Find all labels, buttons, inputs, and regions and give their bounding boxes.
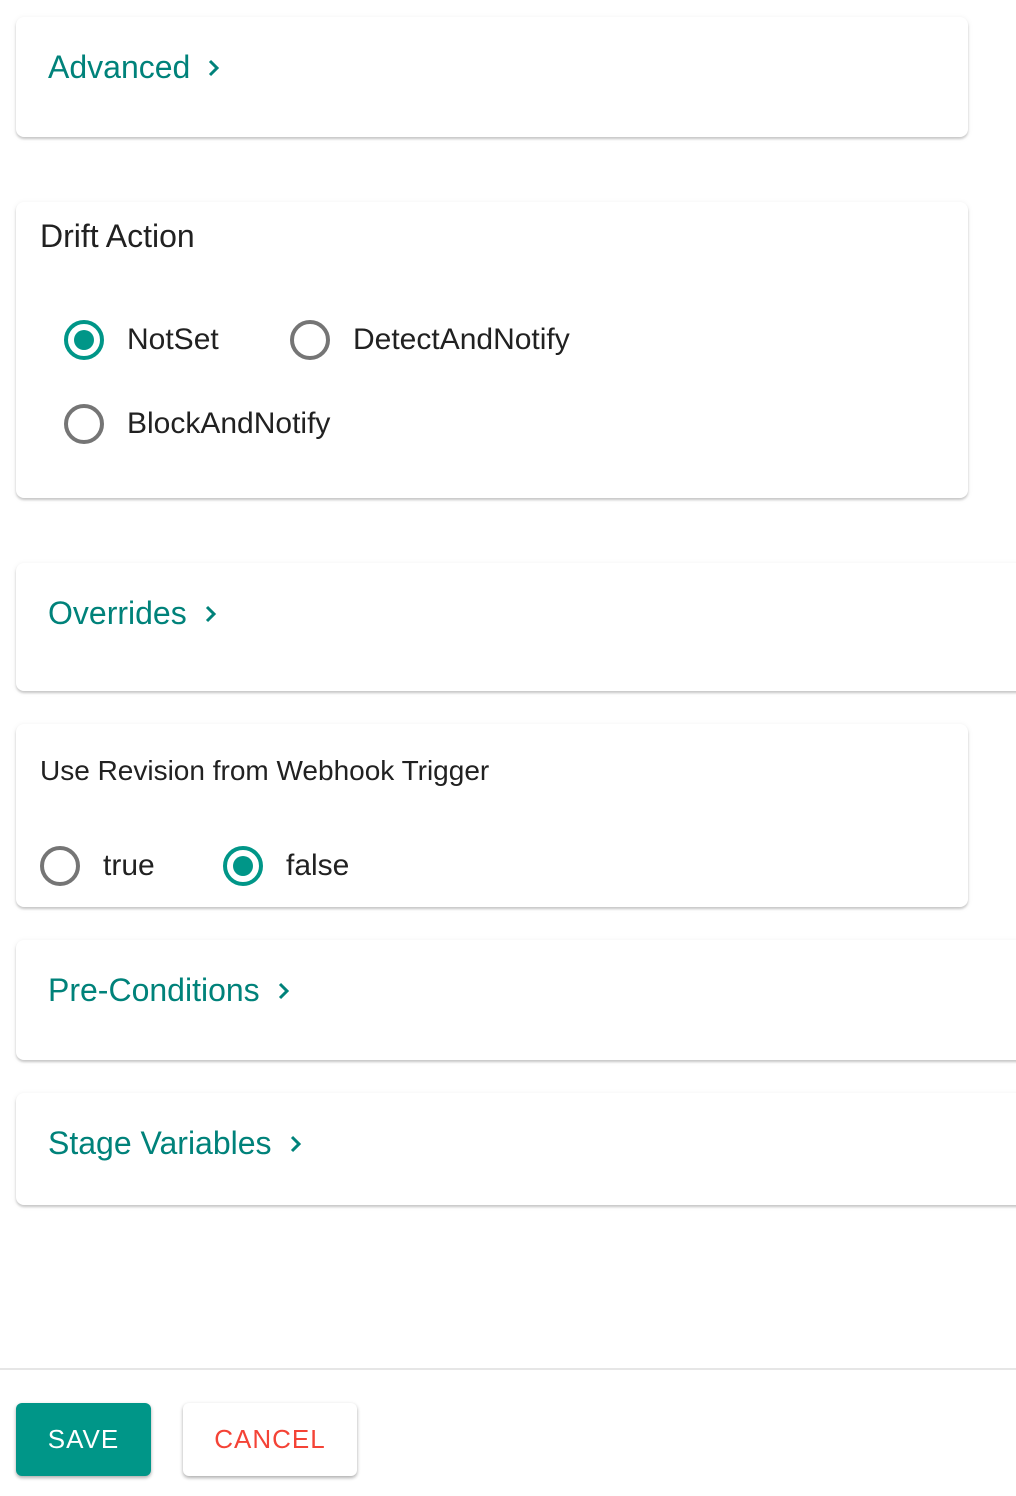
radio-checked-icon[interactable] (64, 320, 104, 360)
drift-action-title: Drift Action (40, 218, 195, 254)
chevron-right-icon (201, 604, 221, 624)
stage-variables-label: Stage Variables (48, 1125, 272, 1161)
stage-variables-card: Stage Variables (16, 1093, 1016, 1205)
overrides-expander[interactable]: Overrides (48, 595, 221, 632)
stage-settings-form: Advanced Drift Action NotSet DetectAndNo… (0, 0, 1016, 1496)
radio-unchecked-icon[interactable] (40, 846, 80, 886)
webhook-revision-card: Use Revision from Webhook Trigger true f… (16, 724, 968, 907)
radio-blockandnotify[interactable]: BlockAndNotify (64, 404, 330, 444)
radio-label: DetectAndNotify (353, 323, 570, 356)
advanced-expander[interactable]: Advanced (48, 49, 224, 86)
save-button[interactable]: SAVE (16, 1403, 151, 1476)
overrides-label: Overrides (48, 595, 187, 631)
radio-notset[interactable]: NotSet (64, 320, 219, 360)
radio-label: BlockAndNotify (127, 407, 331, 440)
advanced-card: Advanced (16, 17, 968, 137)
cancel-button[interactable]: CANCEL (183, 1403, 357, 1476)
radio-true[interactable]: true (40, 846, 155, 886)
chevron-right-icon (274, 981, 294, 1001)
chevron-right-icon (286, 1134, 306, 1154)
pre-conditions-expander[interactable]: Pre-Conditions (48, 972, 294, 1009)
radio-label: false (286, 849, 350, 882)
pre-conditions-card: Pre-Conditions (16, 940, 1016, 1060)
advanced-label: Advanced (48, 49, 191, 85)
radio-detectandnotify[interactable]: DetectAndNotify (290, 320, 570, 360)
overrides-card: Overrides (16, 563, 1016, 691)
footer-divider (0, 1368, 1016, 1370)
chevron-right-icon (204, 58, 224, 78)
pre-conditions-label: Pre-Conditions (48, 972, 260, 1008)
radio-checked-icon[interactable] (223, 846, 263, 886)
radio-unchecked-icon[interactable] (64, 404, 104, 444)
stage-variables-expander[interactable]: Stage Variables (48, 1125, 306, 1162)
drift-action-card: Drift Action NotSet DetectAndNotify Bloc… (16, 202, 968, 498)
radio-unchecked-icon[interactable] (290, 320, 330, 360)
radio-label: NotSet (127, 323, 219, 356)
radio-false[interactable]: false (223, 846, 349, 886)
webhook-revision-title: Use Revision from Webhook Trigger (40, 755, 490, 786)
radio-label: true (103, 849, 155, 882)
